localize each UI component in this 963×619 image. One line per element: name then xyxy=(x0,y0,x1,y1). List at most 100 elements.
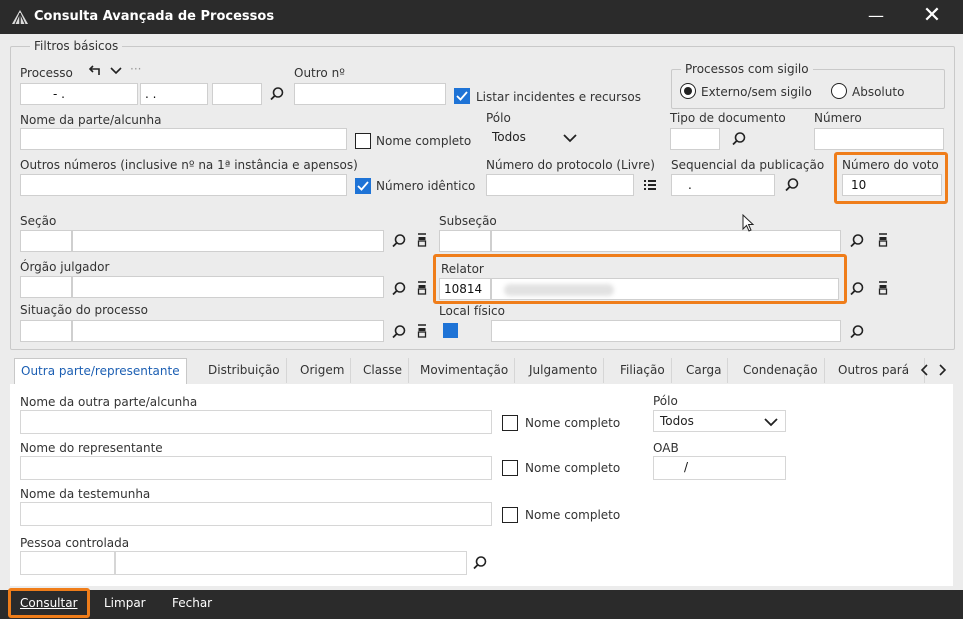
orgao-name-input[interactable] xyxy=(72,276,384,298)
numero-identico-label: Número idêntico xyxy=(376,179,476,193)
panel-polo-select[interactable]: Todos xyxy=(653,410,786,432)
panel-polo-select-value: Todos xyxy=(660,414,694,428)
testemunha-nome-completo-checkbox[interactable] xyxy=(502,507,518,523)
orgao-label: Órgão julgador xyxy=(20,260,110,274)
chevron-down-icon xyxy=(563,134,577,143)
testemunha-label: Nome da testemunha xyxy=(20,487,151,501)
outros-numeros-input[interactable] xyxy=(20,174,347,196)
listar-incidentes-label: Listar incidentes e recursos xyxy=(476,90,641,104)
local-fisico-input[interactable] xyxy=(491,320,841,342)
outro-numero-input[interactable] xyxy=(294,83,446,105)
tab-outra-parte[interactable]: Outra parte/representante xyxy=(14,358,187,385)
search-icon[interactable] xyxy=(731,131,747,147)
tab-movimentacao[interactable]: Movimentação xyxy=(414,358,516,383)
mouse-cursor-icon xyxy=(742,214,755,232)
polo-select[interactable]: Todos xyxy=(486,127,582,149)
search-icon[interactable] xyxy=(784,177,800,193)
clear-field-icon[interactable] xyxy=(414,323,430,339)
listar-incidentes-checkbox[interactable] xyxy=(454,88,470,104)
situacao-label: Situação do processo xyxy=(20,303,148,317)
search-icon[interactable] xyxy=(849,324,865,340)
protocolo-input[interactable] xyxy=(486,174,634,196)
representante-nome-completo-label: Nome completo xyxy=(525,461,621,475)
orgao-code-input[interactable] xyxy=(20,276,72,298)
clear-field-icon[interactable] xyxy=(875,280,891,296)
close-button[interactable]: ✕ xyxy=(916,2,948,30)
nome-completo-checkbox[interactable] xyxy=(355,133,371,149)
outra-parte-input[interactable] xyxy=(20,410,492,434)
nome-completo-label: Nome completo xyxy=(376,134,472,148)
limpar-button[interactable]: Limpar xyxy=(104,596,146,610)
processo-input-3[interactable] xyxy=(212,83,262,105)
numero-voto-highlight xyxy=(834,152,948,204)
nome-parte-input[interactable] xyxy=(20,128,347,150)
tab-origem[interactable]: Origem xyxy=(294,358,352,383)
representante-nome-completo-checkbox[interactable] xyxy=(502,460,518,476)
numero-input[interactable] xyxy=(814,128,944,150)
tab-julgamento[interactable]: Julgamento xyxy=(523,358,605,383)
processo-input-1[interactable]: - . xyxy=(20,83,138,105)
bottom-toolbar: Consultar Limpar Fechar xyxy=(0,590,963,619)
tab-condenacao[interactable]: Condenação xyxy=(737,358,825,383)
chevron-down-icon[interactable] xyxy=(108,62,124,78)
search-icon[interactable] xyxy=(391,233,407,249)
tab-filiacao[interactable]: Filiação xyxy=(614,358,672,383)
processo-more-button[interactable]: ··· xyxy=(130,62,141,76)
advanced-search-window: Consulta Avançada de Processos — ✕ Filtr… xyxy=(0,0,963,619)
window-title: Consulta Avançada de Processos xyxy=(34,9,275,24)
situacao-code-input[interactable] xyxy=(20,320,72,342)
testemunha-nome-completo-label: Nome completo xyxy=(525,508,621,522)
oab-input[interactable]: / xyxy=(653,456,786,480)
tab-scroll-left-icon[interactable] xyxy=(917,362,933,378)
sequencial-input[interactable]: . xyxy=(671,174,775,196)
app-logo-icon xyxy=(12,10,28,24)
numero-identico-checkbox[interactable] xyxy=(355,178,371,194)
basic-filters-legend: Filtros básicos xyxy=(30,39,123,53)
outra-parte-nome-completo-label: Nome completo xyxy=(525,416,621,430)
representante-input[interactable] xyxy=(20,456,492,480)
clear-field-icon[interactable] xyxy=(414,280,430,296)
numero-label: Número xyxy=(814,111,862,125)
nome-parte-label: Nome da parte/alcunha xyxy=(20,113,162,127)
clear-field-icon[interactable] xyxy=(414,232,430,248)
tab-strip: Outra parte/representante Distribuição O… xyxy=(10,358,953,385)
fechar-button[interactable]: Fechar xyxy=(172,596,212,610)
tab-distribuicao[interactable]: Distribuição xyxy=(202,358,287,383)
tab-outros-parametros[interactable]: Outros pará xyxy=(832,358,925,383)
polo-label: Pólo xyxy=(486,111,511,125)
undo-icon[interactable] xyxy=(88,62,104,78)
search-icon[interactable] xyxy=(391,324,407,340)
pessoa-controlada-name-input[interactable] xyxy=(115,551,467,575)
tab-panel-outra-parte: Nome da outra parte/alcunha Nome complet… xyxy=(10,384,953,586)
sigilo-legend: Processos com sigilo xyxy=(681,62,813,76)
search-icon[interactable] xyxy=(391,281,407,297)
sigilo-absoluto-label: Absoluto xyxy=(852,85,905,99)
tab-carga[interactable]: Carga xyxy=(680,358,729,383)
tab-scroll-right-icon[interactable] xyxy=(934,362,950,378)
outra-parte-nome-completo-checkbox[interactable] xyxy=(502,415,518,431)
outro-numero-label: Outro nº xyxy=(294,66,345,80)
secao-name-input[interactable] xyxy=(72,230,384,252)
search-icon[interactable] xyxy=(472,555,488,571)
search-icon[interactable] xyxy=(269,86,285,102)
secao-code-input[interactable] xyxy=(20,230,72,252)
protocolo-label: Número do protocolo (Livre) xyxy=(486,158,655,172)
testemunha-input[interactable] xyxy=(20,502,492,526)
clear-field-icon[interactable] xyxy=(875,232,891,248)
search-icon[interactable] xyxy=(849,281,865,297)
subsecao-code-input[interactable] xyxy=(439,230,491,252)
sigilo-absoluto-radio[interactable] xyxy=(831,83,847,99)
list-icon[interactable] xyxy=(642,177,658,193)
situacao-name-input[interactable] xyxy=(72,320,384,342)
local-fisico-color-swatch[interactable] xyxy=(443,323,458,338)
subsecao-name-input[interactable] xyxy=(491,230,841,252)
tipo-documento-input[interactable] xyxy=(670,128,720,150)
subsecao-label: Subseção xyxy=(439,214,497,228)
sequencial-label: Sequencial da publicação xyxy=(671,158,825,172)
pessoa-controlada-code-input[interactable] xyxy=(20,551,115,575)
processo-input-2[interactable]: . . xyxy=(140,83,208,105)
sigilo-externo-radio[interactable] xyxy=(680,83,696,99)
tab-classe[interactable]: Classe xyxy=(357,358,409,383)
minimize-button[interactable]: — xyxy=(862,2,890,30)
search-icon[interactable] xyxy=(849,233,865,249)
